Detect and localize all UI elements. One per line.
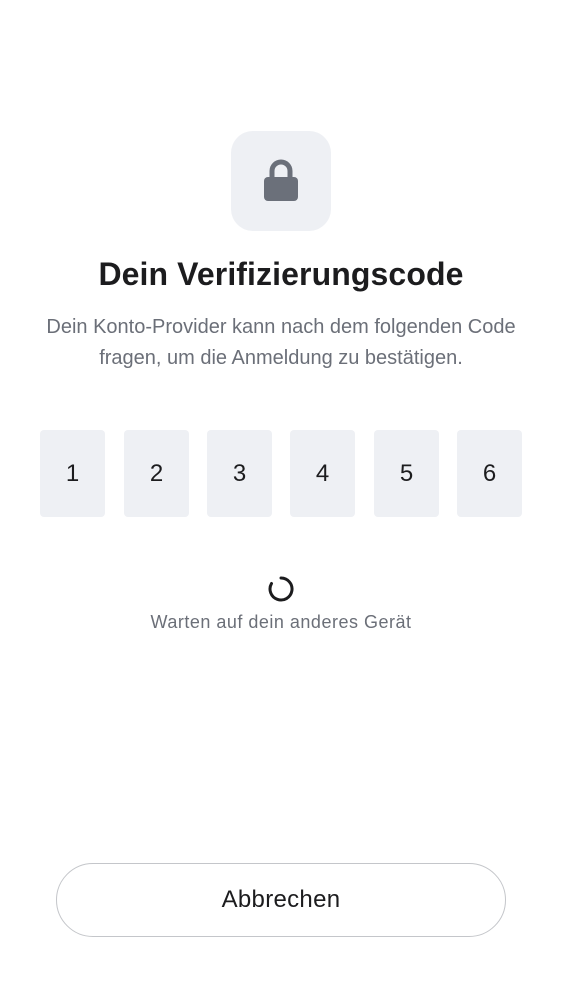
code-digit: 1 [40, 430, 105, 517]
code-digit: 4 [290, 430, 355, 517]
lock-icon [264, 159, 298, 201]
lock-icon-tile [231, 131, 331, 231]
waiting-status-text: Warten auf dein anderes Gerät [150, 612, 412, 632]
cancel-button[interactable]: Abbrechen [56, 863, 506, 937]
code-digit: 6 [457, 430, 522, 517]
loading-spinner-icon [268, 576, 294, 602]
verification-code: 1 2 3 4 5 6 [40, 430, 522, 517]
page-subtitle: Dein Konto-Provider kann nach dem folgen… [46, 316, 516, 369]
code-digit: 2 [124, 430, 189, 517]
page-title: Dein Verifizierungscode [98, 256, 464, 292]
code-digit: 5 [374, 430, 439, 517]
code-digit: 3 [207, 430, 272, 517]
